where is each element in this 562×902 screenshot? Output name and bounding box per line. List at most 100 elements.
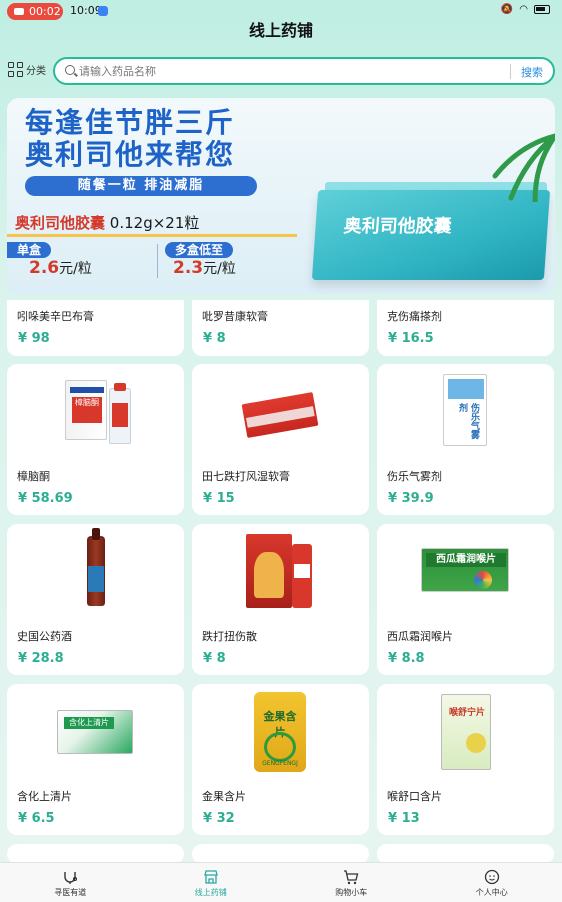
price-multi-value: 2.3 (173, 258, 204, 278)
clock: 10:09 (70, 4, 102, 17)
product-price: ¥ 32 (203, 811, 235, 826)
banner-headline-2: 奥利司他来帮您 (25, 138, 236, 171)
search-input[interactable] (79, 62, 499, 81)
product-card[interactable]: 克伤痛搽剂 ¥ 16.5 (377, 300, 554, 356)
doctor-icon (64, 872, 78, 884)
product-name: 吲哚美辛巴布膏 (17, 310, 94, 323)
product-name: 樟脑酮 (17, 470, 50, 483)
art-label: 西瓜霜润喉片 (426, 553, 506, 567)
price-single-value: 2.6 (29, 258, 60, 278)
product-image[interactable] (7, 524, 184, 620)
product-image[interactable]: 樟脑酮 (7, 364, 184, 460)
product-image[interactable]: 喉舒宁片 (377, 684, 554, 780)
product-name: 含化上清片 (17, 790, 72, 803)
product-price: ¥ 6.5 (18, 811, 55, 826)
banner-tag-multi: 多盒低至 (165, 242, 234, 258)
product-price: ¥ 98 (18, 331, 50, 346)
battery-icon (534, 5, 550, 14)
system-icons: 🔕 ◠ (501, 4, 550, 15)
package-image: 奥利司他胶囊 (311, 190, 551, 280)
product-name: 吡罗昔康软膏 (202, 310, 268, 323)
product-name: 喉舒口含片 (387, 790, 442, 803)
promo-banner[interactable]: 每逢佳节胖三斤 奥利司他来帮您 随餐一粒 排油减脂 奥利司他胶囊 0.12g×2… (7, 98, 555, 294)
product-name: 克伤痛搽剂 (387, 310, 442, 323)
app-notification-icon (98, 6, 108, 16)
bottom-tab-bar: 寻医有道 线上药铺 购物小车 个人中心 (0, 862, 562, 902)
product-card[interactable]: 樟脑酮 樟脑酮 ¥ 58.69 (7, 364, 184, 515)
package-label: 奥利司他胶囊 (342, 216, 453, 237)
tab-label: 个人中心 (475, 888, 508, 897)
product-image[interactable]: 金果含片 GENGFENGJ (192, 684, 369, 780)
product-card[interactable]: 吲哚美辛巴布膏 ¥ 98 (7, 300, 184, 356)
search-icon (65, 65, 75, 75)
banner-product: 奥利司他胶囊 0.12g×21粒 (15, 212, 199, 233)
product-card[interactable]: 吡罗昔康软膏 ¥ 8 (192, 300, 369, 356)
art-brand: GENGFENGJ (262, 760, 298, 767)
product-price: ¥ 39.9 (388, 491, 434, 506)
product-card[interactable]: 史国公药酒 ¥ 28.8 (7, 524, 184, 675)
product-name: 金果含片 (202, 790, 246, 803)
product-price: ¥ 28.8 (18, 651, 64, 666)
product-card[interactable] (192, 844, 369, 864)
product-card[interactable]: 田七跌打风湿软膏 ¥ 15 (192, 364, 369, 515)
art-label: 伤乐气雾剂 (457, 403, 479, 439)
banner-product-spec: 0.12g×21粒 (109, 214, 200, 232)
product-card[interactable]: 跌打扭伤散 ¥ 8 (192, 524, 369, 675)
tab-label: 寻医有道 (54, 888, 87, 897)
product-image[interactable] (192, 524, 369, 620)
product-card[interactable]: 西瓜霜润喉片 西瓜霜润喉片 ¥ 8.8 (377, 524, 554, 675)
product-price: ¥ 16.5 (388, 331, 434, 346)
cart-icon (344, 870, 359, 885)
product-name: 史国公药酒 (17, 630, 72, 643)
product-name: 伤乐气雾剂 (387, 470, 442, 483)
screen-record-indicator[interactable]: 00:02 (7, 3, 63, 20)
banner-headline-1: 每逢佳节胖三斤 (25, 106, 236, 139)
product-card[interactable]: 喉舒宁片喉舒口含片 ¥ 13 (377, 684, 554, 835)
mute-icon: 🔕 (500, 4, 514, 15)
product-price: ¥ 8 (203, 651, 226, 666)
banner-divider (157, 244, 158, 278)
tab-profile[interactable]: 个人中心 (422, 863, 562, 902)
product-card[interactable]: 含化上清片 含化上清片 ¥ 6.5 (7, 684, 184, 835)
product-card[interactable] (7, 844, 184, 864)
category-label: 分类 (26, 66, 46, 77)
grid-icon (8, 62, 23, 77)
art-label: 樟脑酮 (72, 397, 102, 423)
search-button[interactable]: 搜索 (521, 64, 543, 80)
category-button[interactable]: 分类 (8, 62, 46, 77)
product-price: ¥ 8.8 (388, 651, 425, 666)
product-name: 田七跌打风湿软膏 (202, 470, 290, 483)
user-icon (484, 869, 499, 885)
product-card[interactable]: 金果含片 GENGFENGJ 金果含片 ¥ 32 (192, 684, 369, 835)
banner-product-brand: 奥利司他胶囊 (15, 214, 106, 232)
banner-underline (7, 234, 297, 237)
banner-tag-single: 单盒 (7, 242, 52, 258)
tab-label: 线上药铺 (194, 888, 227, 897)
product-name: 跌打扭伤散 (202, 630, 257, 643)
product-image[interactable]: 西瓜霜润喉片 (377, 524, 554, 620)
product-price: ¥ 8 (203, 331, 226, 346)
banner-slogan: 随餐一粒 排油减脂 (25, 176, 257, 196)
store-icon (203, 870, 218, 884)
product-price: ¥ 13 (388, 811, 420, 826)
page-title: 线上药铺 (248, 21, 313, 40)
art-label: 喉舒宁片 (448, 708, 485, 718)
palm-leaf-icon (492, 133, 555, 202)
price-single-unit: 元/粒 (59, 261, 92, 277)
product-card[interactable] (377, 844, 554, 864)
product-image[interactable]: 伤乐气雾剂 (377, 364, 554, 460)
tab-online-pharmacy[interactable]: 线上药铺 (141, 863, 282, 902)
record-time: 00:02 (29, 5, 61, 18)
tab-shopping-cart[interactable]: 购物小车 (281, 863, 422, 902)
product-card[interactable]: 伤乐气雾剂 伤乐气雾剂 ¥ 39.9 (377, 364, 554, 515)
banner-price-multi: 2.3元/粒 (173, 258, 236, 278)
tab-label: 购物小车 (335, 888, 368, 897)
banner-price-single: 2.6元/粒 (29, 258, 92, 278)
product-image[interactable] (192, 364, 369, 460)
camera-icon (14, 8, 24, 15)
tab-find-doctor[interactable]: 寻医有道 (0, 863, 141, 902)
product-price: ¥ 15 (203, 491, 235, 506)
art-label: 含化上清片 (64, 717, 114, 729)
product-price: ¥ 58.69 (18, 491, 73, 506)
product-image[interactable]: 含化上清片 (7, 684, 184, 780)
